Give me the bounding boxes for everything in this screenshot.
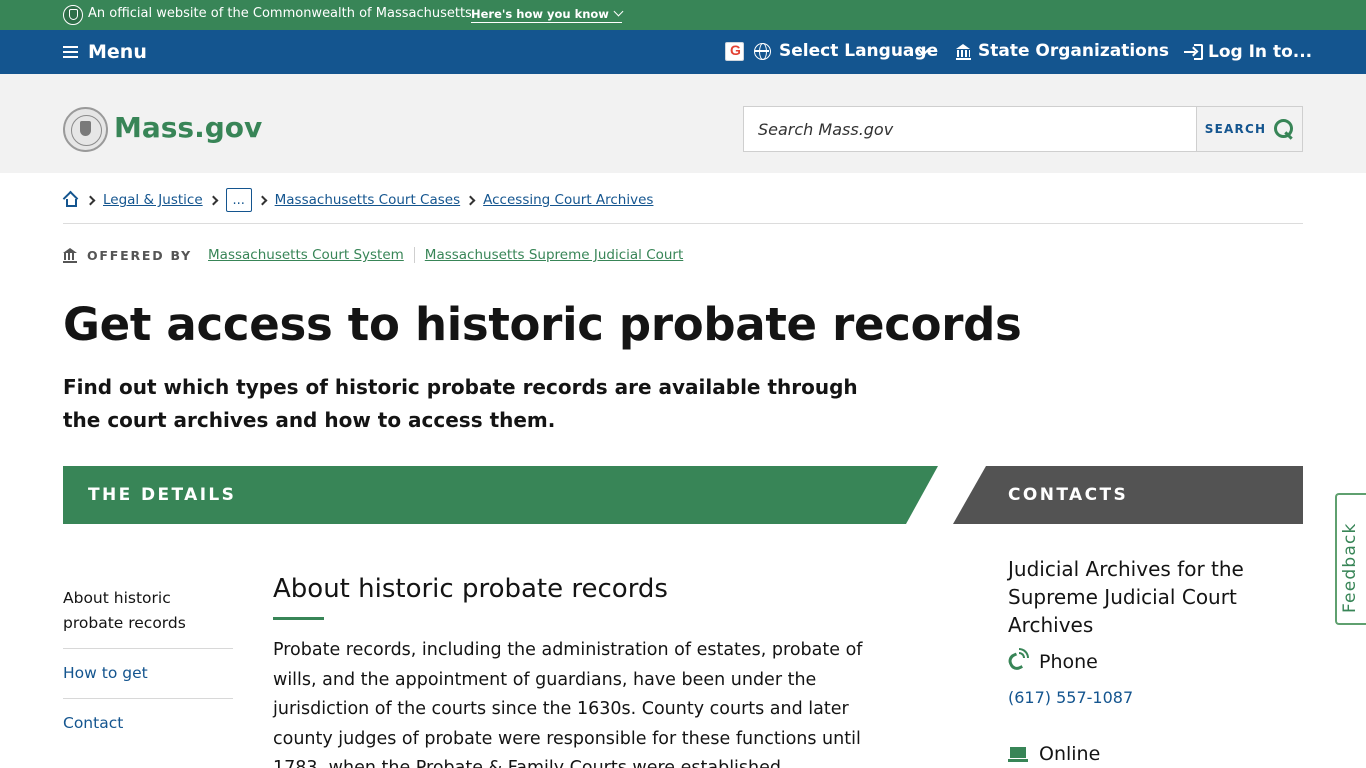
details-heading: THE DETAILS bbox=[88, 485, 237, 505]
breadcrumb-court-cases[interactable]: Massachusetts Court Cases bbox=[275, 192, 461, 208]
menu-label: Menu bbox=[88, 41, 147, 63]
contacts-heading: CONTACTS bbox=[1008, 485, 1129, 505]
google-translate-icon bbox=[725, 42, 744, 61]
search-icon bbox=[1274, 119, 1294, 139]
divider bbox=[63, 223, 1303, 224]
contacts-banner: CONTACTS bbox=[953, 466, 1303, 524]
phone-icon bbox=[1005, 648, 1029, 673]
search-button-label: SEARCH bbox=[1204, 122, 1267, 136]
breadcrumb: Legal & Justice ... Massachusetts Court … bbox=[62, 188, 653, 212]
details-banner: THE DETAILS bbox=[63, 466, 938, 524]
body-paragraph: Probate records, including the administr… bbox=[273, 640, 863, 768]
section-heading: About historic probate records bbox=[273, 574, 668, 604]
building-icon bbox=[956, 44, 971, 60]
mass-seal-icon[interactable] bbox=[63, 107, 108, 152]
side-nav: About historic probate records How to ge… bbox=[63, 586, 233, 748]
search-button[interactable]: SEARCH bbox=[1196, 107, 1302, 151]
select-language-button[interactable]: Select Language bbox=[779, 41, 938, 61]
phone-number-link[interactable]: (617) 557-1087 bbox=[1008, 688, 1133, 707]
globe-icon bbox=[754, 43, 771, 60]
phone-row: Phone bbox=[1005, 648, 1098, 673]
laptop-icon bbox=[1008, 745, 1028, 763]
chevron-right-icon bbox=[208, 195, 219, 205]
side-nav-item-how-to-get[interactable]: How to get bbox=[63, 649, 233, 699]
divider bbox=[413, 247, 415, 263]
search-input[interactable] bbox=[744, 107, 1196, 151]
how-you-know-button[interactable]: Here's how you know bbox=[471, 6, 624, 23]
chevron-right-icon bbox=[257, 195, 268, 205]
phone-label: Phone bbox=[1039, 651, 1098, 673]
online-label: Online bbox=[1039, 743, 1101, 765]
chevron-down-icon bbox=[613, 6, 624, 17]
page-lede: Find out which types of historic probate… bbox=[63, 375, 858, 432]
site-header: Mass.gov SEARCH bbox=[0, 74, 1366, 173]
breadcrumb-legal-justice[interactable]: Legal & Justice bbox=[103, 192, 203, 208]
side-nav-item-about[interactable]: About historic probate records bbox=[63, 586, 233, 649]
official-text: An official website of the Commonwealth … bbox=[88, 6, 472, 21]
online-row: Online bbox=[1008, 743, 1100, 765]
breadcrumb-expand-button[interactable]: ... bbox=[225, 188, 252, 212]
site-logo[interactable]: Mass.gov bbox=[114, 111, 262, 144]
offered-by: OFFERED BY Massachusetts Court System Ma… bbox=[63, 245, 683, 265]
feedback-label: Feedback bbox=[1340, 522, 1360, 613]
official-banner: An official website of the Commonwealth … bbox=[0, 0, 1366, 30]
chevron-right-icon bbox=[465, 195, 476, 205]
utility-nav: Menu Select Language State Organizations… bbox=[0, 30, 1366, 74]
menu-button[interactable]: Menu bbox=[63, 41, 147, 63]
home-icon[interactable] bbox=[62, 190, 80, 208]
org-link-supreme-judicial-court[interactable]: Massachusetts Supreme Judicial Court bbox=[425, 247, 683, 263]
how-you-know-label: Here's how you know bbox=[471, 7, 609, 21]
page-title: Get access to historic probate records bbox=[63, 298, 1022, 351]
org-link-court-system[interactable]: Massachusetts Court System bbox=[208, 247, 404, 263]
login-button[interactable]: Log In to... bbox=[1208, 42, 1312, 62]
state-organizations-button[interactable]: State Organizations bbox=[978, 41, 1169, 61]
contact-name: Judicial Archives for the Supreme Judici… bbox=[1008, 557, 1244, 637]
feedback-button[interactable]: Feedback bbox=[1335, 493, 1366, 625]
heading-underline bbox=[273, 617, 324, 620]
offered-by-label: OFFERED BY bbox=[87, 247, 193, 263]
search-form: SEARCH bbox=[743, 106, 1303, 152]
breadcrumb-court-archives[interactable]: Accessing Court Archives bbox=[483, 192, 653, 208]
side-nav-item-contact[interactable]: Contact bbox=[63, 699, 233, 748]
chevron-right-icon bbox=[85, 195, 96, 205]
state-seal-icon bbox=[63, 5, 83, 25]
login-icon bbox=[1184, 44, 1203, 60]
building-icon bbox=[63, 247, 78, 263]
hamburger-icon bbox=[63, 46, 78, 58]
